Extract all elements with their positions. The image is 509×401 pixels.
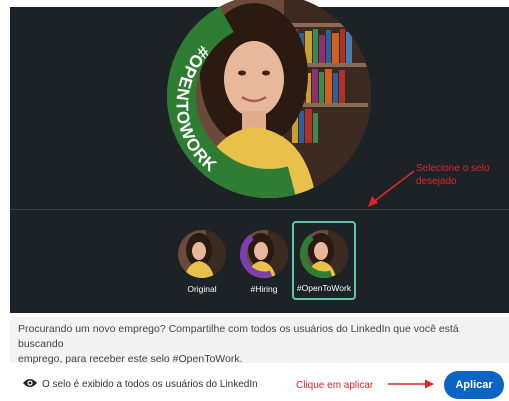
frame-label-original: Original <box>187 284 217 294</box>
annotation-select-frame-line1: Selecione o selo <box>416 163 490 174</box>
frame-option-original[interactable]: Original <box>172 210 232 300</box>
apply-button[interactable]: Aplicar <box>444 371 504 399</box>
frame-options: Original #Hiring #OpenToWork <box>10 210 509 313</box>
profile-photo-preview: #OPENTOWORK <box>167 0 371 198</box>
visibility-text: O selo é exibido a todos os usuários do … <box>42 379 258 390</box>
frame-thumbnail-original <box>178 230 226 278</box>
footer: O selo é exibido a todos os usuários do … <box>10 369 509 401</box>
frame-option-open-to-work[interactable]: #OpenToWork <box>292 221 356 300</box>
description-line-2: emprego, para receber este selo #OpenToW… <box>18 353 243 365</box>
photo-preview-panel: #OPENTOWORK Selecione o selo desejado <box>10 0 509 209</box>
frame-label-hiring: #Hiring <box>250 284 278 294</box>
frame-thumbnail-open-to-work <box>300 230 348 278</box>
eye-icon <box>23 379 37 387</box>
annotation-arrow-right-icon <box>388 379 434 389</box>
frame-thumbnail-hiring <box>240 230 288 278</box>
frame-label-open-to-work: #OpenToWork <box>296 283 352 293</box>
frame-description: Procurando um novo emprego? Compartilhe … <box>10 317 509 365</box>
frame-option-hiring[interactable]: #Hiring <box>234 210 294 300</box>
description-line-1: Procurando um novo emprego? Compartilhe … <box>18 323 459 350</box>
annotation-click-apply: Clique em aplicar <box>296 380 374 391</box>
annotation-select-frame-line2: desejado <box>416 176 457 187</box>
annotation-arrow-icon <box>368 170 415 207</box>
